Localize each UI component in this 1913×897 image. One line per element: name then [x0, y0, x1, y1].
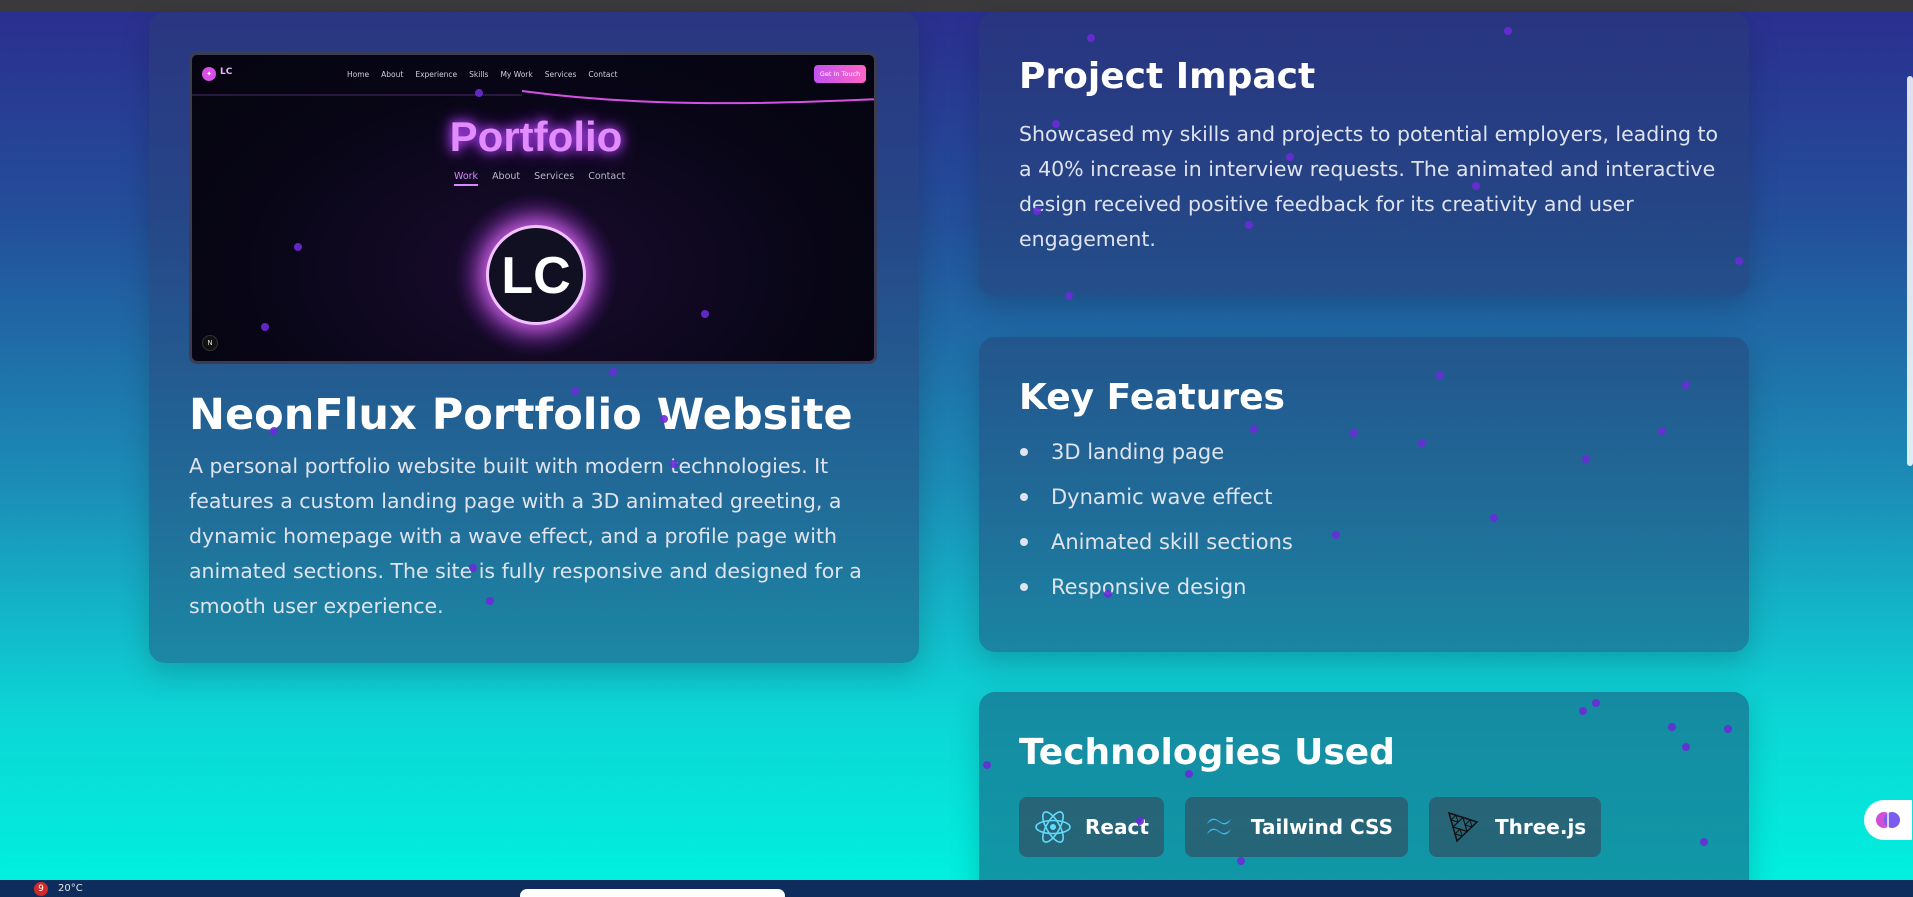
- particle: [261, 323, 269, 331]
- impact-text: Showcased my skills and projects to pote…: [1019, 122, 1719, 251]
- feature-item: 3D landing page: [1019, 437, 1293, 482]
- technologies-list: React Tailwind CSS Three.js: [1019, 797, 1602, 857]
- particle: [670, 460, 678, 468]
- particle: [1472, 182, 1480, 190]
- particle: [983, 761, 991, 769]
- feature-item: Dynamic wave effect: [1019, 482, 1293, 527]
- particle: [1658, 427, 1666, 435]
- thumb-nav-services: Services: [544, 70, 577, 79]
- os-taskbar: [0, 880, 1913, 897]
- thumb-nav-experience: Experience: [415, 70, 458, 79]
- thumb-title: Portfolio: [449, 113, 623, 160]
- particle: [475, 89, 483, 97]
- particle: [571, 387, 579, 395]
- project-description: A personal portfolio website built with …: [189, 454, 862, 618]
- particle: [1700, 838, 1708, 846]
- particle: [1724, 725, 1732, 733]
- threejs-icon: [1447, 811, 1479, 843]
- thumb-nav-contact: Contact: [588, 70, 618, 79]
- particle: [1490, 514, 1498, 522]
- technologies-card: Technologies Used React Tailwind CSS Thr…: [979, 692, 1749, 897]
- thumb-nav-mywork: My Work: [500, 70, 533, 79]
- particle: [609, 368, 617, 376]
- thumb-logo-icon: ✦: [202, 67, 216, 81]
- thumb-nav-skills: Skills: [469, 70, 489, 79]
- feature-item: Animated skill sections: [1019, 527, 1293, 572]
- particle: [701, 310, 709, 318]
- particle: [486, 597, 494, 605]
- particle: [1332, 531, 1340, 539]
- tech-chip-react[interactable]: React: [1019, 797, 1164, 857]
- particle: [1185, 770, 1193, 778]
- particle: [1418, 439, 1426, 447]
- particle: [1104, 590, 1112, 598]
- thumb-avatar: LC: [486, 225, 586, 325]
- particle: [1504, 27, 1512, 35]
- particle: [1286, 153, 1294, 161]
- technologies-title: Technologies Used: [1019, 732, 1395, 773]
- particle: [1592, 699, 1600, 707]
- project-screenshot[interactable]: ✦ LC Home About Experience Skills My Wor…: [189, 52, 877, 364]
- particle: [1682, 381, 1690, 389]
- particle: [1668, 723, 1676, 731]
- impact-title: Project Impact: [1019, 56, 1316, 97]
- page-scrollbar[interactable]: [1907, 76, 1913, 466]
- assistant-float-button[interactable]: [1864, 800, 1912, 840]
- thumb-tab-about: About: [492, 171, 521, 182]
- features-list: 3D landing page Dynamic wave effect Anim…: [1019, 437, 1293, 617]
- taskbar-search[interactable]: [520, 889, 785, 897]
- particle: [1065, 292, 1073, 300]
- features-card: Key Features 3D landing page Dynamic wav…: [979, 337, 1749, 652]
- particle: [1436, 371, 1444, 379]
- tech-name: Three.js: [1494, 815, 1587, 839]
- thumb-tab-contact: Contact: [588, 171, 626, 182]
- particle: [1350, 429, 1358, 437]
- particle: [1087, 34, 1095, 42]
- particle: [1579, 707, 1587, 715]
- features-title: Key Features: [1019, 377, 1285, 418]
- particle: [1735, 257, 1743, 265]
- brain-icon: [1876, 812, 1900, 828]
- impact-card: Project Impact Showcased my skills and p…: [979, 12, 1749, 296]
- particle: [1250, 425, 1258, 433]
- particle: [1582, 455, 1590, 463]
- project-title: NeonFlux Portfolio Website: [189, 390, 853, 440]
- particle: [660, 415, 668, 423]
- project-card: ✦ LC Home About Experience Skills My Wor…: [149, 12, 919, 663]
- particle: [1245, 221, 1253, 229]
- thumb-nav: Home About Experience Skills My Work Ser…: [347, 70, 618, 79]
- thumb-corner-badge: N: [202, 335, 218, 351]
- tech-chip-tailwind[interactable]: Tailwind CSS: [1184, 797, 1408, 857]
- tailwind-icon: [1206, 818, 1231, 835]
- particle: [294, 243, 302, 251]
- thumb-cta-button: Get In Touch: [814, 65, 866, 83]
- thumb-tabs: Work About Services Contact: [454, 171, 625, 186]
- particle: [1033, 207, 1041, 215]
- particle: [270, 427, 278, 435]
- tech-chip-threejs[interactable]: Three.js: [1428, 797, 1602, 857]
- browser-top-edge: [0, 0, 1913, 11]
- thumb-logo-text: LC: [220, 67, 233, 77]
- thumb-tab-services: Services: [534, 171, 575, 182]
- particle: [1237, 857, 1245, 865]
- particle: [1136, 817, 1144, 825]
- thumb-nav-home: Home: [347, 70, 370, 79]
- react-icon: [1035, 811, 1071, 843]
- particle: [1682, 743, 1690, 751]
- thumb-nav-about: About: [381, 70, 404, 79]
- feature-item: Responsive design: [1019, 572, 1293, 617]
- tech-name: Tailwind CSS: [1250, 815, 1393, 839]
- particle: [1052, 120, 1060, 128]
- thumb-tab-work: Work: [454, 171, 479, 186]
- temperature-text: 20°C: [58, 883, 83, 894]
- weather-icon[interactable]: 9: [34, 882, 48, 896]
- particle: [469, 564, 477, 572]
